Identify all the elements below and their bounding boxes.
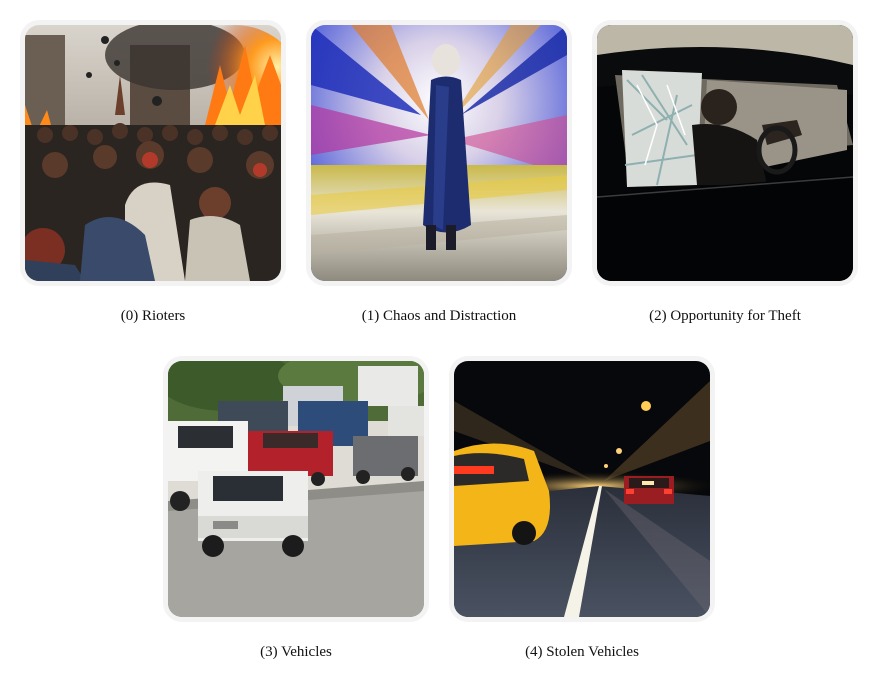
image-chaos-and-distraction [311,25,567,281]
image-rioters [25,25,281,281]
image-vehicles [168,361,424,617]
caption-chaos-and-distraction: (1) Chaos and Distraction [361,308,517,324]
caption-rioters: (0) Rioters [120,308,186,324]
theft-illustration [597,25,853,281]
stolen-vehicles-illustration [454,361,710,617]
caption-stolen-vehicles: (4) Stolen Vehicles [525,644,639,660]
rioters-illustration [25,25,281,281]
image-opportunity-for-theft [597,25,853,281]
chaos-illustration [311,25,567,281]
vehicles-illustration [168,361,424,617]
caption-opportunity-for-theft: (2) Opportunity for Theft [649,308,801,324]
caption-vehicles: (3) Vehicles [260,644,332,660]
image-stolen-vehicles [454,361,710,617]
